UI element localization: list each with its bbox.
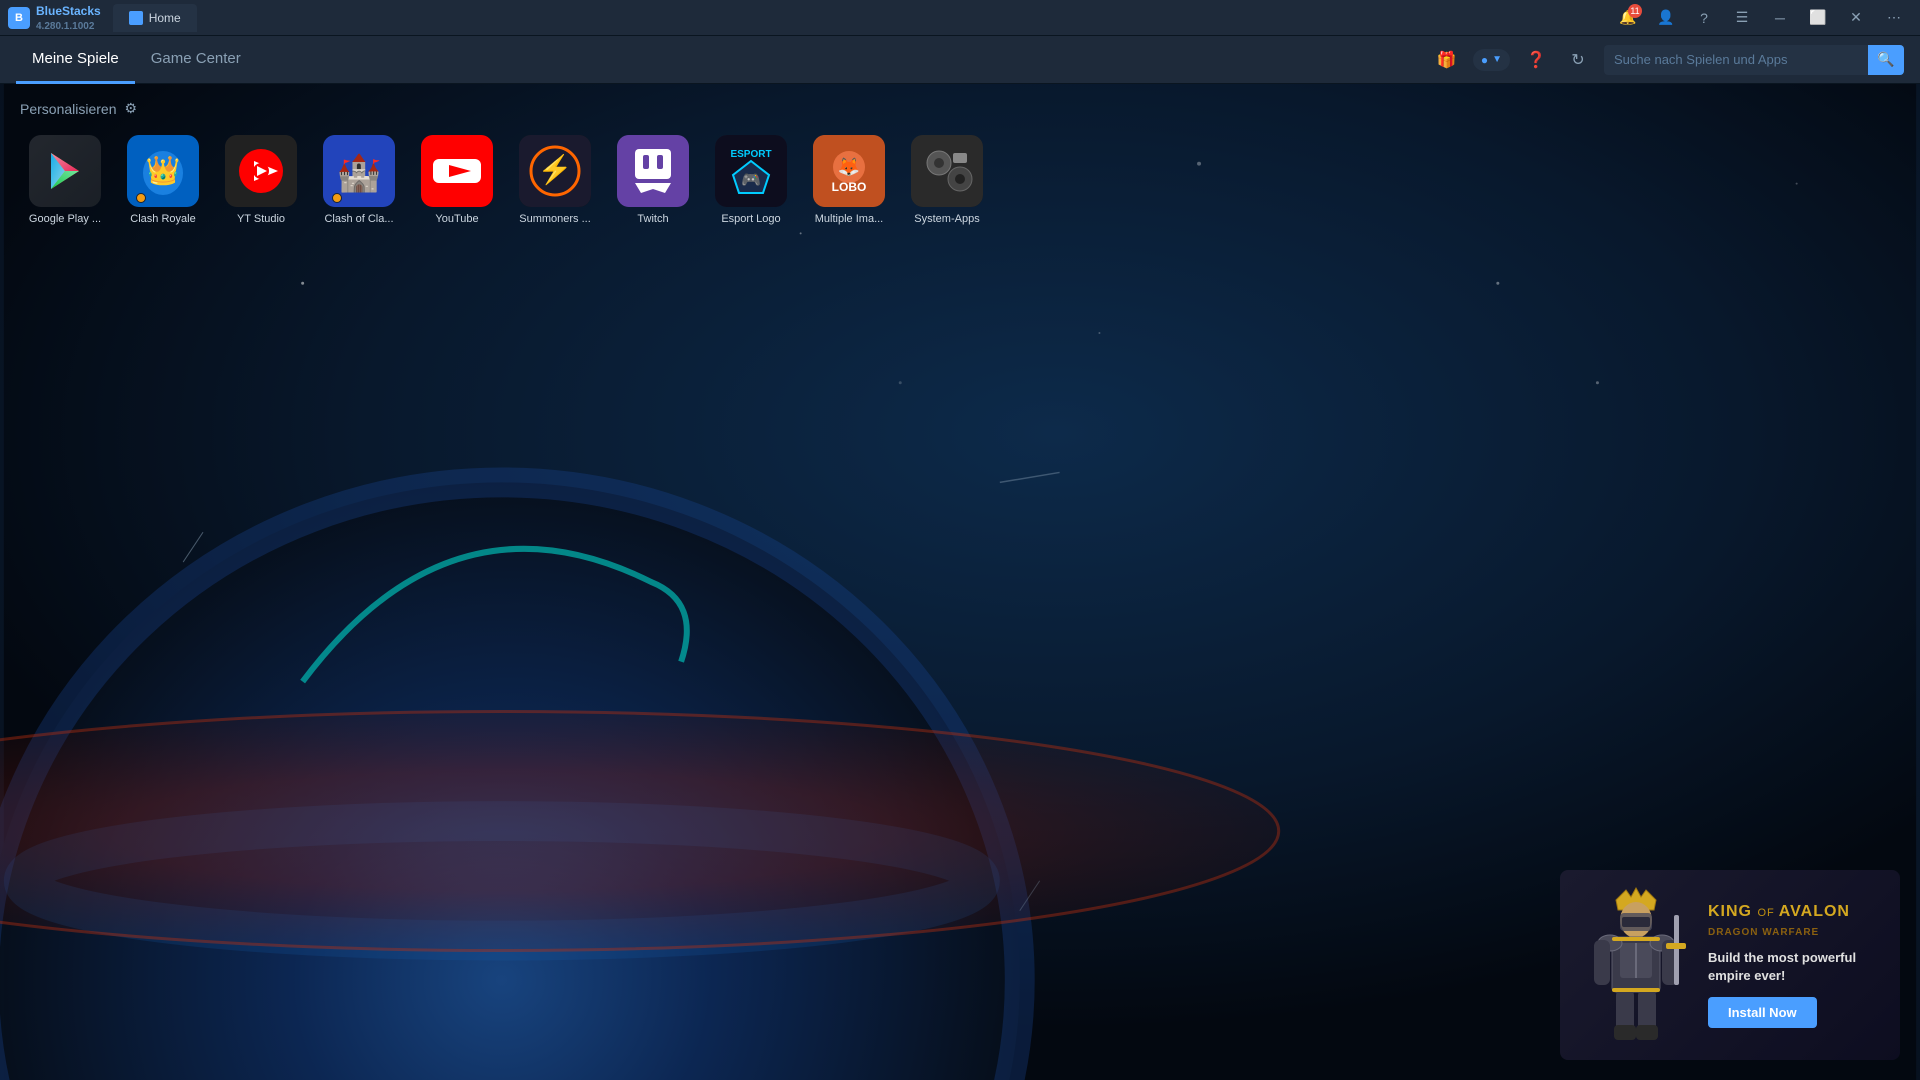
ad-tagline: Build the most powerful empire ever! bbox=[1708, 949, 1884, 985]
app-yt-studio[interactable]: YT Studio bbox=[216, 129, 306, 231]
svg-text:LOBO: LOBO bbox=[832, 180, 867, 194]
notification-badge: 11 bbox=[1628, 4, 1642, 18]
app-multiple-ima[interactable]: 🦊 LOBO Multiple Ima... bbox=[804, 129, 894, 231]
app-twitch[interactable]: Twitch bbox=[608, 129, 698, 231]
personalize-header: Personalisieren ⚙ bbox=[20, 100, 1900, 117]
tab-meine-spiele[interactable]: Meine Spiele bbox=[16, 36, 135, 84]
refresh-button[interactable]: ↻ bbox=[1562, 44, 1594, 76]
svg-text:🦊: 🦊 bbox=[838, 157, 860, 177]
app-label-google-play: Google Play ... bbox=[29, 213, 101, 225]
titlebar: B BlueStacks 4.280.1.1002 Home 🔔 11 👤 ? … bbox=[0, 0, 1920, 36]
svg-text:⚡: ⚡ bbox=[538, 153, 573, 186]
app-label-yt-studio: YT Studio bbox=[237, 213, 285, 225]
ad-logo: KING OF AVALON DRAGON WARFARE bbox=[1708, 902, 1884, 940]
app-icon-esport: ESPORT 🎮 bbox=[715, 135, 787, 207]
app-icon-summoners: ⚡ bbox=[519, 135, 591, 207]
minimize-button[interactable]: ─ bbox=[1762, 0, 1798, 36]
content-area: Personalisieren ⚙ Google Play ... 👑 Clas… bbox=[0, 84, 1920, 247]
search-box: 🔍 bbox=[1604, 45, 1904, 75]
toolbar-right: 🎁 ● ▼ ❓ ↻ 🔍 bbox=[1431, 44, 1904, 76]
filter-icon[interactable]: ⚙ bbox=[125, 100, 138, 117]
app-label-multiple-ima: Multiple Ima... bbox=[815, 213, 883, 225]
ad-install-button[interactable]: Install Now bbox=[1708, 997, 1817, 1028]
search-button[interactable]: 🔍 bbox=[1868, 45, 1904, 75]
svg-text:👑: 👑 bbox=[146, 155, 181, 187]
app-clash-of-clans[interactable]: 🏰 Clash of Cla... bbox=[314, 129, 404, 231]
app-youtube[interactable]: YouTube bbox=[412, 129, 502, 231]
app-icon-yt-studio bbox=[225, 135, 297, 207]
app-clash-royale[interactable]: 👑 Clash Royale bbox=[118, 129, 208, 231]
logo-icon: B bbox=[8, 7, 30, 29]
app-icon-multiple-ima: 🦊 LOBO bbox=[813, 135, 885, 207]
maximize-button[interactable]: ⬜ bbox=[1800, 0, 1836, 36]
tab-game-center[interactable]: Game Center bbox=[135, 36, 257, 84]
app-icon-google-play bbox=[29, 135, 101, 207]
ad-character bbox=[1576, 885, 1696, 1045]
update-dot-clash-of-clans bbox=[332, 193, 342, 203]
expand-button[interactable]: ⋯ bbox=[1876, 0, 1912, 36]
help-toolbar-button[interactable]: ❓ bbox=[1520, 44, 1552, 76]
app-name: BlueStacks 4.280.1.1002 bbox=[36, 4, 101, 32]
app-icon-twitch bbox=[617, 135, 689, 207]
help-button[interactable]: ? bbox=[1686, 0, 1722, 36]
user-icon: ● bbox=[1481, 53, 1488, 67]
app-logo: B BlueStacks 4.280.1.1002 bbox=[8, 4, 101, 32]
app-label-system-apps: System-Apps bbox=[914, 213, 979, 225]
window-controls: 🔔 11 👤 ? ☰ ─ ⬜ ✕ ⋯ bbox=[1610, 0, 1912, 36]
app-grid: Google Play ... 👑 Clash Royale YT Studio bbox=[20, 129, 1900, 231]
ad-text: KING OF AVALON DRAGON WARFARE Build the … bbox=[1708, 902, 1884, 1028]
user-button[interactable]: ● ▼ bbox=[1473, 49, 1510, 71]
app-label-clash-of-clans: Clash of Cla... bbox=[324, 213, 393, 225]
app-label-twitch: Twitch bbox=[637, 213, 668, 225]
app-system-apps[interactable]: System-Apps bbox=[902, 129, 992, 231]
ad-panel: KING OF AVALON DRAGON WARFARE Build the … bbox=[1560, 870, 1900, 1060]
account-button[interactable]: 👤 bbox=[1648, 0, 1684, 36]
app-label-clash-royale: Clash Royale bbox=[130, 213, 195, 225]
user-dropdown-icon: ▼ bbox=[1492, 54, 1502, 65]
app-label-summoners: Summoners ... bbox=[519, 213, 591, 225]
toolbar: Meine Spiele Game Center 🎁 ● ▼ ❓ ↻ 🔍 bbox=[0, 36, 1920, 84]
notification-button[interactable]: 🔔 11 bbox=[1610, 0, 1646, 36]
main-content: Personalisieren ⚙ Google Play ... 👑 Clas… bbox=[0, 84, 1920, 1080]
personalize-label: Personalisieren bbox=[20, 101, 117, 117]
update-dot-clash-royale bbox=[136, 193, 146, 203]
search-input[interactable] bbox=[1604, 46, 1868, 73]
svg-text:ESPORT: ESPORT bbox=[730, 149, 771, 160]
app-summoners[interactable]: ⚡ Summoners ... bbox=[510, 129, 600, 231]
home-tab[interactable]: Home bbox=[113, 4, 197, 32]
home-tab-label: Home bbox=[149, 11, 181, 25]
app-label-youtube: YouTube bbox=[435, 213, 478, 225]
svg-text:🏰: 🏰 bbox=[337, 152, 382, 193]
menu-button[interactable]: ☰ bbox=[1724, 0, 1760, 36]
svg-text:🎮: 🎮 bbox=[741, 172, 761, 189]
app-google-play[interactable]: Google Play ... bbox=[20, 129, 110, 231]
app-icon-system-apps bbox=[911, 135, 983, 207]
home-tab-icon bbox=[129, 11, 143, 25]
app-label-esport: Esport Logo bbox=[721, 213, 780, 225]
close-button[interactable]: ✕ bbox=[1838, 0, 1874, 36]
app-esport[interactable]: ESPORT 🎮 Esport Logo bbox=[706, 129, 796, 231]
gift-button[interactable]: 🎁 bbox=[1431, 44, 1463, 76]
app-icon-youtube bbox=[421, 135, 493, 207]
